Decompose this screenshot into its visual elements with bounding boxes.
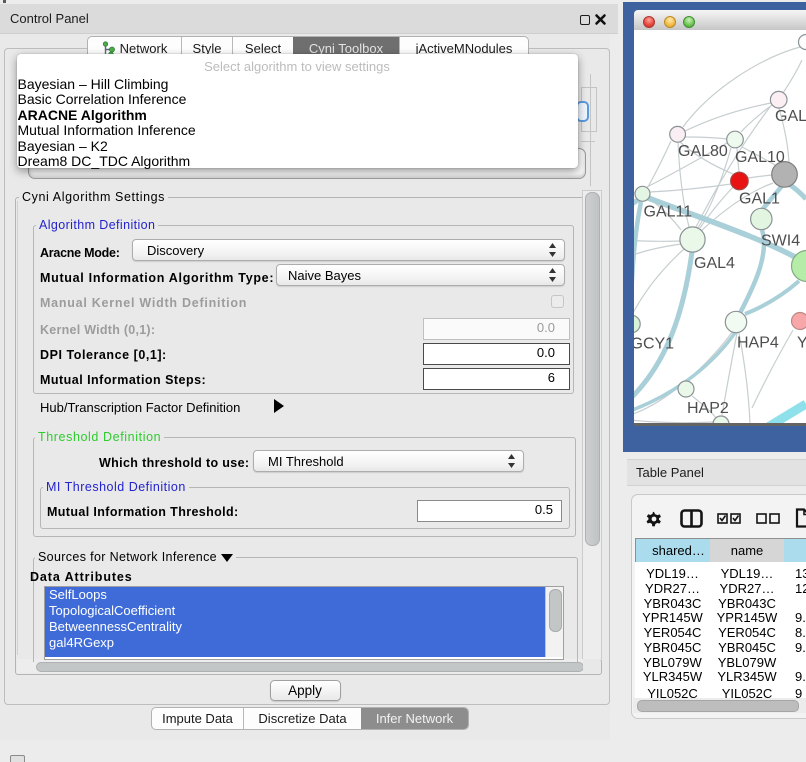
svg-text:HAP4: HAP4 <box>737 335 779 352</box>
svg-text:SWI4: SWI4 <box>761 233 800 250</box>
svg-text:HAP2: HAP2 <box>687 400 729 417</box>
svg-text:GAL2: GAL2 <box>775 108 806 125</box>
svg-text:GCY1: GCY1 <box>634 336 674 353</box>
svg-text:GAL4: GAL4 <box>694 255 735 272</box>
svg-text:GAL1: GAL1 <box>739 191 780 208</box>
svg-text:GAL80: GAL80 <box>678 143 728 160</box>
svg-text:GAL11: GAL11 <box>644 204 693 221</box>
svg-text:Y: Y <box>797 335 806 352</box>
svg-text:GAL10: GAL10 <box>735 149 785 166</box>
